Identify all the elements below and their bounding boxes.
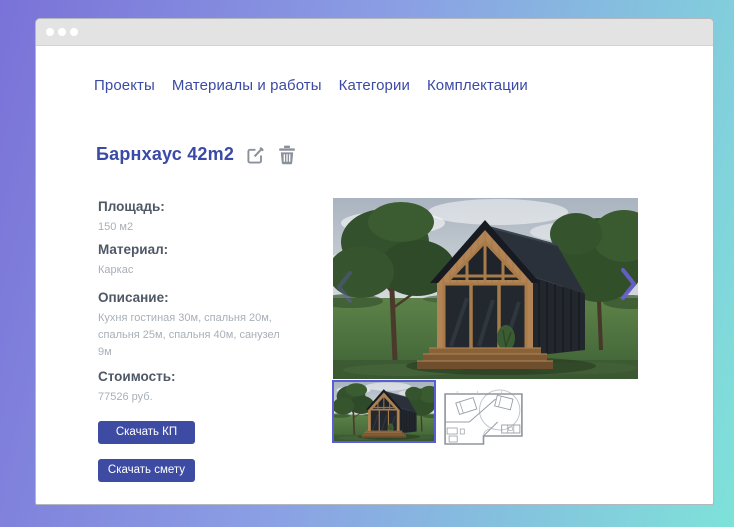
nav-item-categories[interactable]: Категории	[339, 77, 410, 94]
window-minimize-dot[interactable]	[58, 28, 66, 36]
trash-icon	[279, 145, 295, 164]
barnhouse-photo	[333, 198, 638, 379]
barnhouse-photo-thumb	[334, 382, 434, 441]
gallery-prev-arrow[interactable]	[336, 271, 352, 308]
field-label-area: Площадь:	[98, 199, 165, 214]
window-titlebar	[36, 19, 713, 46]
field-label-material: Материал:	[98, 242, 169, 257]
main-nav: Проекты Материалы и работы Категории Ком…	[94, 77, 528, 94]
chevron-right-icon	[621, 268, 637, 300]
page-title: Барнхаус 42m2	[96, 144, 235, 164]
nav-item-bundles[interactable]: Комплектации	[427, 77, 528, 94]
field-value-area: 150 м2	[98, 221, 134, 233]
nav-item-materials[interactable]: Материалы и работы	[172, 77, 322, 94]
edit-button[interactable]	[246, 145, 266, 165]
field-value-price: 77526 руб.	[98, 391, 153, 403]
thumbnail-house-photo[interactable]	[332, 380, 436, 443]
field-value-material: Каркас	[98, 264, 134, 276]
gallery-next-arrow[interactable]	[621, 268, 637, 305]
field-label-price: Стоимость:	[98, 369, 176, 384]
window-maximize-dot[interactable]	[70, 28, 78, 36]
download-estimate-button[interactable]: Скачать смету	[98, 459, 195, 482]
field-value-description: Кухня гостиная 30м, спальня 20м, спальня…	[98, 312, 280, 358]
window-close-dot[interactable]	[46, 28, 54, 36]
chevron-left-icon	[336, 271, 352, 303]
browser-window: Проекты Материалы и работы Категории Ком…	[35, 18, 714, 505]
gallery-main-image[interactable]	[333, 198, 638, 379]
download-kp-button[interactable]: Скачать КП	[98, 421, 195, 444]
project-details: Площадь: 150 м2 Материал: Каркас Описани…	[98, 199, 298, 482]
floor-plan-thumb	[437, 384, 532, 451]
project-title-row: Барнхаус 42m2	[96, 144, 296, 165]
edit-icon	[247, 146, 264, 164]
thumbnail-floor-plan[interactable]	[437, 384, 532, 451]
nav-item-projects[interactable]: Проекты	[94, 77, 155, 94]
field-label-description: Описание:	[98, 290, 169, 305]
delete-button[interactable]	[278, 145, 296, 165]
